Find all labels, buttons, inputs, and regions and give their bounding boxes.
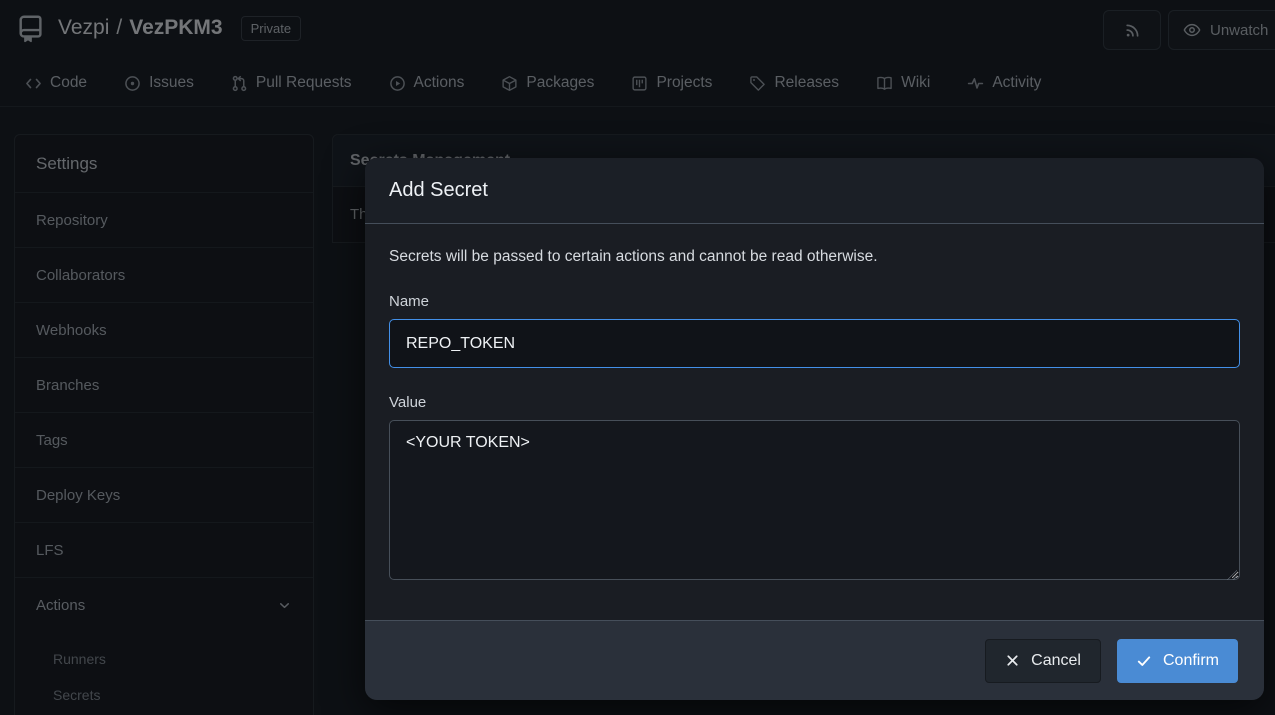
secret-value-textarea[interactable]: <YOUR TOKEN> (389, 420, 1240, 580)
secret-name-input[interactable] (389, 319, 1240, 368)
modal-footer: Cancel Confirm (365, 620, 1264, 700)
check-icon (1136, 653, 1152, 669)
value-field-label: Value (389, 394, 1240, 411)
cancel-button[interactable]: Cancel (985, 639, 1101, 683)
modal-description: Secrets will be passed to certain action… (389, 248, 1240, 266)
confirm-label: Confirm (1163, 652, 1219, 670)
name-field-label: Name (389, 293, 1240, 310)
modal-body: Secrets will be passed to certain action… (365, 224, 1264, 620)
confirm-button[interactable]: Confirm (1117, 639, 1238, 683)
add-secret-modal: Add Secret Secrets will be passed to cer… (365, 158, 1264, 700)
cancel-label: Cancel (1031, 652, 1081, 670)
close-icon (1005, 653, 1020, 668)
modal-title: Add Secret (365, 158, 1264, 224)
